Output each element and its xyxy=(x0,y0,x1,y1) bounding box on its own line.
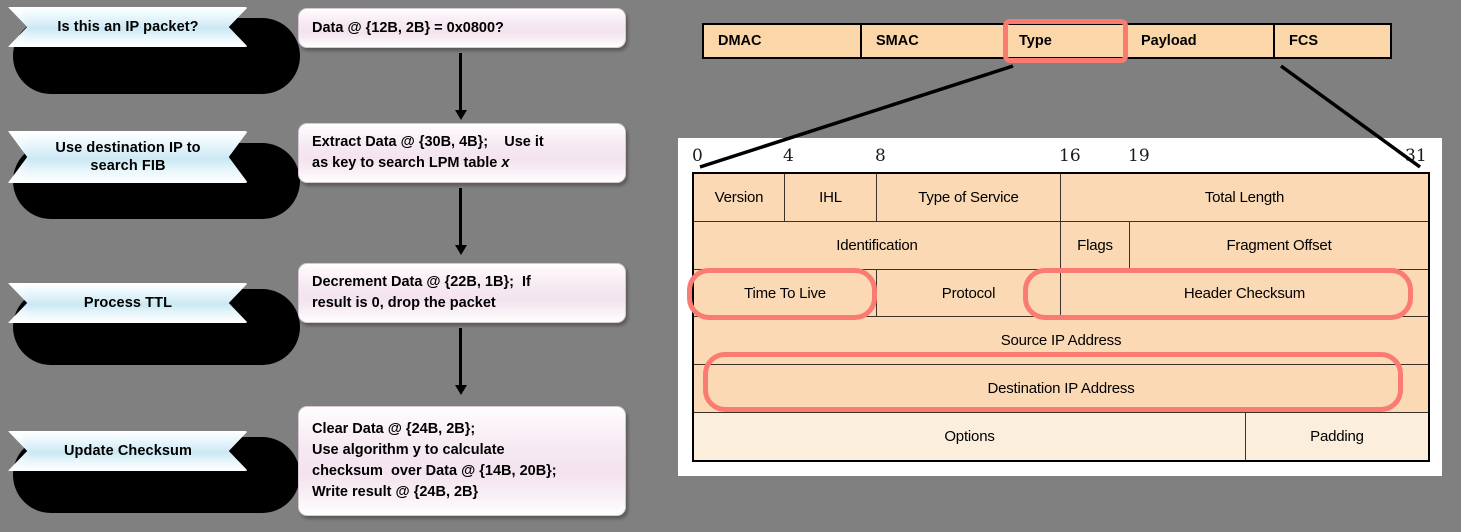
action-2-line-2: as key to search LPM table x xyxy=(312,153,612,174)
flow-action-box-3[interactable]: Decrement Data @ {22B, 1B}; If result is… xyxy=(298,263,626,323)
packet-diagram-panel: DMAC SMAC Type Payload FCS 0 4 8 16 19 3… xyxy=(0,0,1461,532)
action-1-line-1: Data @ {12B, 2B} = 0x0800? xyxy=(312,19,504,36)
action-3-line-1: Decrement Data @ {22B, 1B}; If xyxy=(312,273,531,290)
action-2-line-1: Extract Data @ {30B, 4B}; Use it xyxy=(312,133,544,150)
action-4-line-1: Clear Data @ {24B, 2B}; xyxy=(312,420,476,437)
flow-action-box-4[interactable]: Clear Data @ {24B, 2B}; Use algorithm y … xyxy=(298,406,626,516)
flow-action-box-1[interactable]: Data @ {12B, 2B} = 0x0800? xyxy=(298,8,626,48)
action-4-line-3: checksum over Data @ {14B, 20B}; xyxy=(312,463,557,479)
action-2-line-2-text: as key to search LPM table xyxy=(312,155,502,171)
action-2-italic-var: x xyxy=(501,155,510,171)
flow-action-box-2[interactable]: Extract Data @ {30B, 4B}; Use it as key … xyxy=(298,123,626,183)
action-4-line-2: Use algorithm y to calculate xyxy=(312,441,505,458)
action-3-line-2: result is 0, drop the packet xyxy=(312,295,496,311)
leader-line-left xyxy=(699,64,1422,169)
action-4-line-4: Write result @ {24B, 2B} xyxy=(312,484,479,501)
